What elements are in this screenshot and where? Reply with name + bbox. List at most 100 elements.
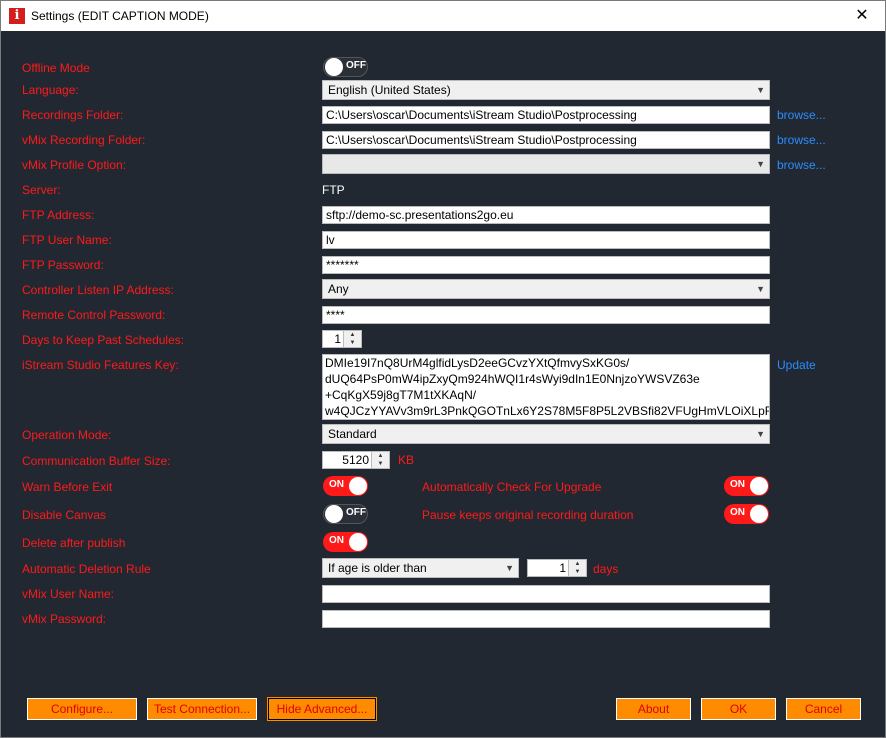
window-title: Settings (EDIT CAPTION MODE) <box>31 9 209 23</box>
update-link[interactable]: Update <box>777 358 816 372</box>
pause-keeps-duration-label: Pause keeps original recording duration <box>422 508 634 522</box>
chevron-up-icon[interactable]: ▲ <box>344 331 361 339</box>
vmix-password-field[interactable] <box>322 610 770 628</box>
toggle-state: OFF <box>346 60 366 71</box>
chevron-down-icon: ▼ <box>756 85 765 95</box>
language-value: English (United States) <box>328 83 451 97</box>
language-select[interactable]: English (United States) ▼ <box>322 80 770 100</box>
ftp-password-label: FTP Password: <box>22 258 104 272</box>
toggle-knob <box>349 533 367 551</box>
close-button[interactable]: ✕ <box>839 1 885 31</box>
recordings-folder-label: Recordings Folder: <box>22 108 124 122</box>
test-connection-button[interactable]: Test Connection... <box>147 698 257 720</box>
operation-mode-select[interactable]: Standard ▼ <box>322 424 770 444</box>
delete-after-publish-toggle[interactable]: ON <box>323 532 368 552</box>
controller-listen-ip-value: Any <box>328 282 349 296</box>
warn-before-exit-label: Warn Before Exit <box>22 480 113 494</box>
days-to-keep-label: Days to Keep Past Schedules: <box>22 333 185 347</box>
deletion-rule-select[interactable]: If age is older than ▼ <box>322 558 519 578</box>
chevron-down-icon[interactable]: ▼ <box>372 460 389 468</box>
deletion-days-stepper[interactable]: 1 ▲ ▼ <box>527 559 587 577</box>
title-bar: i Settings (EDIT CAPTION MODE) ✕ <box>1 1 885 31</box>
vmix-recording-folder-field[interactable]: C:\Users\oscar\Documents\iStream Studio\… <box>322 131 770 149</box>
toggle-knob <box>349 477 367 495</box>
operation-mode-label: Operation Mode: <box>22 428 112 442</box>
close-icon: ✕ <box>855 7 869 24</box>
ftp-address-field[interactable]: sftp://demo-sc.presentations2go.eu <box>322 206 770 224</box>
chevron-down-icon: ▼ <box>505 563 514 573</box>
warn-before-exit-toggle[interactable]: ON <box>323 476 368 496</box>
features-key-line: +CqKgX59j8gT7M1tXKAqN/ <box>325 388 477 402</box>
deletion-days-unit: days <box>593 562 619 576</box>
stepper-buttons[interactable]: ▲ ▼ <box>343 331 361 347</box>
disable-canvas-label: Disable Canvas <box>22 508 107 522</box>
settings-form: Offline Mode OFF Language: English (Unit… <box>1 31 885 737</box>
auto-check-upgrade-toggle[interactable]: ON <box>724 476 769 496</box>
hide-advanced-button[interactable]: Hide Advanced... <box>267 697 377 721</box>
server-value: FTP <box>322 183 345 197</box>
chevron-down-icon[interactable]: ▼ <box>569 568 586 576</box>
settings-window: i Settings (EDIT CAPTION MODE) ✕ Offline… <box>0 0 886 738</box>
toggle-knob <box>750 477 768 495</box>
toggle-knob <box>750 505 768 523</box>
offline-mode-toggle[interactable]: OFF <box>323 57 368 77</box>
features-key-line: w4QJCzYYAVv3m9rL3PnkQGOTnLx6Y2S78M5F8P5L… <box>325 404 770 418</box>
toggle-state: ON <box>730 479 745 490</box>
chevron-up-icon[interactable]: ▲ <box>372 452 389 460</box>
chevron-down-icon: ▼ <box>756 159 765 169</box>
auto-deletion-rule-label: Automatic Deletion Rule <box>22 562 151 576</box>
toggle-state: ON <box>329 535 344 546</box>
vmix-profile-browse-link[interactable]: browse... <box>777 158 826 172</box>
deletion-rule-value: If age is older than <box>328 561 427 575</box>
toggle-knob <box>325 505 343 523</box>
vmix-password-label: vMix Password: <box>22 612 107 626</box>
remote-control-password-field[interactable]: **** <box>322 306 770 324</box>
features-key-line: dUQ64PsP0mW4ipZxyQm924hWQI1r4sWyi9dIn1E0… <box>325 372 700 386</box>
vmix-recording-folder-label: vMix Recording Folder: <box>22 133 146 147</box>
stepper-buttons[interactable]: ▲ ▼ <box>568 560 586 576</box>
ok-button[interactable]: OK <box>701 698 776 720</box>
features-key-line: DMIe19I7nQ8UrM4glfidLysD2eeGCvzYXtQfmvyS… <box>325 356 630 370</box>
cancel-button[interactable]: Cancel <box>786 698 861 720</box>
pause-keeps-duration-toggle[interactable]: ON <box>724 504 769 524</box>
server-label: Server: <box>22 183 61 197</box>
communication-buffer-stepper[interactable]: 5120 ▲ ▼ <box>322 451 390 469</box>
toggle-state: OFF <box>346 507 366 518</box>
delete-after-publish-label: Delete after publish <box>22 536 126 550</box>
offline-mode-label: Offline Mode <box>22 61 90 75</box>
deletion-days-value: 1 <box>559 561 566 575</box>
chevron-up-icon[interactable]: ▲ <box>569 560 586 568</box>
stepper-buttons[interactable]: ▲ ▼ <box>371 452 389 468</box>
configure-button[interactable]: Configure... <box>27 698 137 720</box>
days-to-keep-value: 1 <box>334 332 341 346</box>
recordings-folder-field[interactable]: C:\Users\oscar\Documents\iStream Studio\… <box>322 106 770 124</box>
app-icon: i <box>9 8 25 24</box>
features-key-textarea[interactable]: DMIe19I7nQ8UrM4glfidLysD2eeGCvzYXtQfmvyS… <box>322 354 770 420</box>
language-label: Language: <box>22 83 79 97</box>
buffer-unit: KB <box>398 453 415 467</box>
toggle-state: ON <box>730 507 745 518</box>
controller-listen-ip-select[interactable]: Any ▼ <box>322 279 770 299</box>
chevron-down-icon: ▼ <box>756 429 765 439</box>
chevron-down-icon[interactable]: ▼ <box>344 339 361 347</box>
ftp-user-name-field[interactable]: lv <box>322 231 770 249</box>
about-button[interactable]: About <box>616 698 691 720</box>
ftp-user-name-label: FTP User Name: <box>22 233 112 247</box>
toggle-state: ON <box>329 479 344 490</box>
vmix-recording-folder-browse-link[interactable]: browse... <box>777 133 826 147</box>
auto-check-upgrade-label: Automatically Check For Upgrade <box>422 480 602 494</box>
disable-canvas-toggle[interactable]: OFF <box>323 504 368 524</box>
vmix-profile-option-select[interactable]: ▼ <box>322 154 770 174</box>
ftp-password-field[interactable]: ******* <box>322 256 770 274</box>
controller-listen-ip-label: Controller Listen IP Address: <box>22 283 174 297</box>
features-key-label: iStream Studio Features Key: <box>22 358 179 372</box>
toggle-knob <box>325 58 343 76</box>
days-to-keep-stepper[interactable]: 1 ▲ ▼ <box>322 330 362 348</box>
vmix-profile-option-label: vMix Profile Option: <box>22 158 127 172</box>
communication-buffer-value: 5120 <box>342 453 369 467</box>
vmix-user-name-field[interactable] <box>322 585 770 603</box>
operation-mode-value: Standard <box>328 427 377 441</box>
recordings-folder-browse-link[interactable]: browse... <box>777 108 826 122</box>
vmix-user-name-label: vMix User Name: <box>22 587 115 601</box>
chevron-down-icon: ▼ <box>756 284 765 294</box>
